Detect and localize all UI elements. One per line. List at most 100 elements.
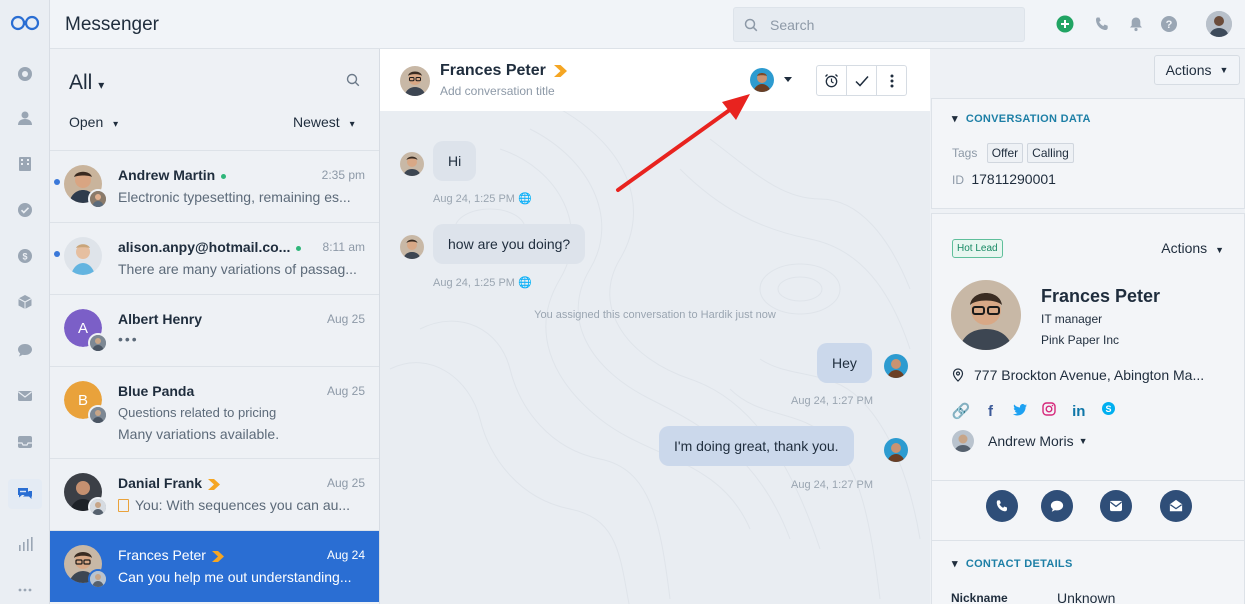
dashboard-icon[interactable] [15, 64, 35, 84]
snooze-button[interactable] [817, 66, 847, 95]
messenger-icon[interactable] [8, 479, 42, 509]
conversation-snippet-line2: Many variations available. [118, 426, 280, 442]
contact-name: Frances Peter [118, 547, 224, 563]
conversation-time: Aug 25 [326, 312, 365, 326]
page-title: Messenger [65, 14, 159, 35]
svg-text:S: S [1105, 404, 1111, 414]
tag-chip[interactable]: Calling [1027, 143, 1074, 163]
more-icon[interactable] [15, 580, 35, 600]
products-icon[interactable] [15, 292, 35, 312]
conversation-time: 2:35 pm [321, 168, 365, 182]
alarm-clock-icon [825, 74, 838, 88]
inbox-filter-label: All [69, 71, 93, 94]
conversation-item[interactable]: B Blue Panda Aug 25 Questions related to… [50, 366, 379, 458]
agent-avatar [88, 189, 108, 209]
call-button[interactable] [986, 490, 1018, 522]
hot-lead-badge: Hot Lead [952, 239, 1003, 258]
conversation-item[interactable]: Andrew Martin 2:35 pm Electronic typeset… [50, 150, 379, 222]
contact-actions-dropdown[interactable]: Actions ▼ [1161, 240, 1224, 256]
assignee-avatar[interactable] [750, 68, 774, 92]
tags-label: Tags [952, 146, 978, 160]
reports-icon[interactable] [15, 534, 35, 554]
status-filter-dropdown[interactable]: Open ▾ [69, 114, 118, 130]
location-pin-icon [952, 368, 964, 382]
more-options-button[interactable] [877, 66, 906, 95]
top-bar: Messenger Search ? [50, 0, 1245, 49]
close-conversation-button[interactable] [847, 66, 877, 95]
conversation-list: All ▾ Open ▾ Newest ▾ Andrew Martin 2:35… [50, 49, 380, 604]
help-icon[interactable]: ? [1159, 14, 1179, 34]
app-logo[interactable] [10, 14, 40, 32]
agent-avatar [884, 354, 908, 378]
assignee-dropdown-icon[interactable] [784, 77, 792, 82]
lead-icon [211, 550, 224, 562]
inbox-icon[interactable] [15, 432, 35, 452]
contact-name: Albert Henry [118, 311, 203, 327]
conversation-item[interactable]: alison.anpy@hotmail.co... 8:11 am There … [50, 222, 379, 294]
tasks-icon[interactable] [15, 200, 35, 220]
typing-indicator: ••• [118, 331, 139, 347]
chevron-down-icon: ▼ [1219, 65, 1229, 75]
chat-header: Frances Peter Add conversation title [380, 49, 930, 111]
email-button[interactable] [1100, 490, 1132, 522]
id-label: ID [952, 173, 964, 187]
notification-bell-icon[interactable] [1126, 14, 1146, 34]
mail-icon[interactable] [15, 386, 35, 406]
chat-button[interactable] [1041, 490, 1073, 522]
skype-icon[interactable]: S [1099, 399, 1117, 417]
inbox-message-button[interactable] [1160, 490, 1192, 522]
search-icon[interactable] [346, 73, 360, 87]
chat-icon[interactable] [15, 340, 35, 360]
companies-icon[interactable] [15, 154, 35, 174]
message-meta: Aug 24, 1:27 PM [791, 395, 873, 407]
contact-details-card: CONTACT DETAILS Nickname Unknown [931, 540, 1245, 604]
add-icon[interactable] [1055, 14, 1075, 34]
facebook-icon[interactable]: f [981, 402, 999, 420]
lead-icon [553, 64, 567, 77]
section-toggle[interactable]: CONTACT DETAILS [952, 557, 1073, 570]
section-toggle[interactable]: CONVERSATION DATA [952, 112, 1091, 125]
link-icon[interactable]: 🔗 [952, 402, 971, 420]
contacts-icon[interactable] [15, 108, 35, 128]
details-panel: Actions ▼ CONVERSATION DATA Tags OfferCal… [930, 49, 1245, 604]
tag-chip[interactable]: Offer [986, 143, 1024, 163]
chat-contact-name[interactable]: Frances Peter [440, 62, 567, 80]
instagram-icon[interactable] [1040, 400, 1058, 418]
twitter-icon[interactable] [1011, 401, 1029, 419]
conversation-item[interactable]: A Albert Henry Aug 25 ••• [50, 294, 379, 366]
contact-actions-label: Actions [1161, 240, 1208, 256]
contact-name: Frances Peter [1041, 286, 1161, 306]
sort-dropdown[interactable]: Newest ▾ [293, 114, 355, 130]
conversation-title-input[interactable]: Add conversation title [440, 84, 555, 98]
conversation-item[interactable]: Danial Frank Aug 25 You: With sequences … [50, 458, 379, 530]
conversation-item[interactable]: Frances Peter Aug 24 Can you help me out… [50, 530, 379, 602]
sort-label: Newest [293, 114, 340, 130]
social-links: 🔗 f in S [952, 399, 1124, 421]
linkedin-icon[interactable]: in [1070, 402, 1088, 420]
actions-dropdown[interactable]: Actions ▼ [1154, 55, 1240, 85]
contact-owner-dropdown[interactable]: Andrew Moris ▼ [952, 430, 1088, 452]
nickname-label: Nickname [951, 591, 1008, 604]
agent-avatar [88, 497, 108, 517]
contact-avatar [400, 152, 424, 176]
left-rail: $ [0, 0, 50, 604]
global-search[interactable]: Search [733, 7, 1025, 42]
contact-job-title: IT manager [1041, 312, 1103, 326]
id-row: ID 17811290001 [952, 171, 1056, 187]
phone-icon [996, 500, 1007, 512]
user-avatar[interactable] [1206, 11, 1232, 37]
search-placeholder: Search [770, 17, 815, 33]
tags-row: Tags Offer Calling [952, 143, 1074, 163]
svg-text:$: $ [22, 252, 27, 262]
deals-icon[interactable]: $ [15, 246, 35, 266]
chat-action-buttons [816, 65, 907, 96]
agent-avatar [88, 569, 108, 589]
phone-icon[interactable] [1092, 14, 1112, 34]
contact-avatar[interactable] [400, 66, 430, 96]
inbox-filter-dropdown[interactable]: All ▾ [69, 71, 104, 95]
chat-bubble-icon [1050, 500, 1064, 512]
conversation-time: 8:11 am [322, 240, 365, 254]
svg-text:?: ? [1166, 19, 1173, 31]
conversation-data-card: CONVERSATION DATA Tags OfferCalling ID 1… [931, 98, 1245, 209]
contact-photo [951, 280, 1021, 350]
